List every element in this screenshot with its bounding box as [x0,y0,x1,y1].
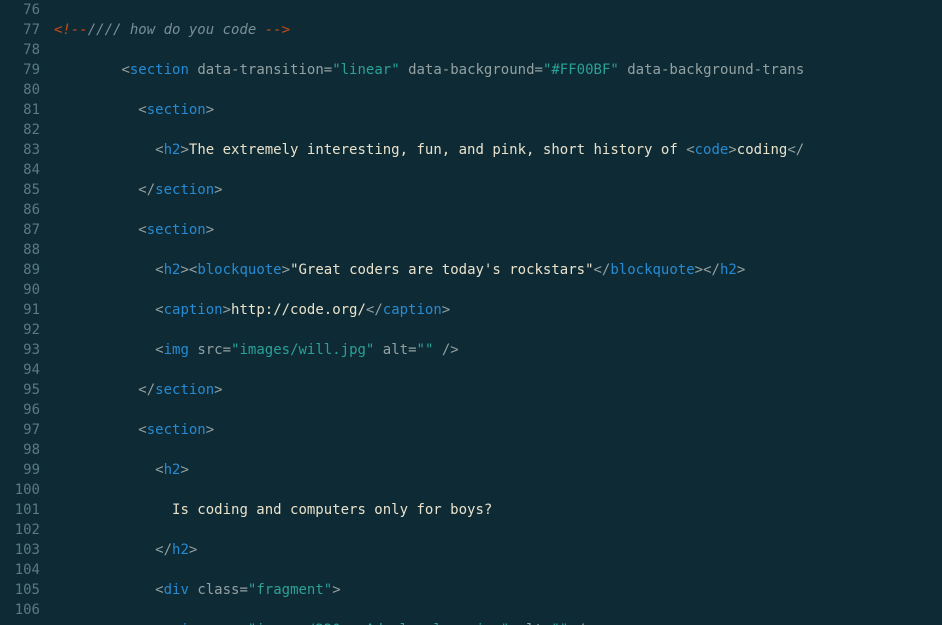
line-number: 78 [6,40,40,60]
line-number: 92 [6,320,40,340]
line-number: 82 [6,120,40,140]
tag-section: section [130,62,189,78]
attr: data-background [408,62,534,78]
line-number: 87 [6,220,40,240]
string: "linear" [332,62,399,78]
tag-h2: h2 [164,462,181,478]
code-area[interactable]: <!--//// how do you code --> <section da… [50,0,804,625]
text: http://code.org/ [231,302,366,318]
line-number: 77 [6,20,40,40]
string: "fragment" [248,582,332,598]
tag-caption: caption [164,302,223,318]
line-number: 76 [6,0,40,20]
line-number: 93 [6,340,40,360]
attr: src [197,342,222,358]
string: "images/will.jpg" [231,342,374,358]
line-number: 95 [6,380,40,400]
tag-blockquote: blockquote [197,262,281,278]
line-number: 100 [6,480,40,500]
attr: data-background-trans [627,62,804,78]
line-number: 101 [6,500,40,520]
tag-h2: h2 [164,142,181,158]
line-number-gutter: 76 77 78 79 80 81 82 83 84 85 86 87 88 8… [0,0,50,625]
line-number: 99 [6,460,40,480]
tag-caption: caption [383,302,442,318]
line-number: 97 [6,420,40,440]
line-number: 96 [6,400,40,420]
tag-div: div [164,582,189,598]
line-number: 94 [6,360,40,380]
tag-section: section [155,182,214,198]
tag-section: section [147,422,206,438]
line-number: 102 [6,520,40,540]
tag-section: section [155,382,214,398]
tag-h2: h2 [720,262,737,278]
comment-close: --> [265,22,290,38]
line-number: 83 [6,140,40,160]
line-number: 103 [6,540,40,560]
tag-section: section [147,222,206,238]
line-number: 90 [6,280,40,300]
tag-blockquote: blockquote [610,262,694,278]
line-number: 86 [6,200,40,220]
text: coding [737,142,788,158]
tag-h2: h2 [172,542,189,558]
code-editor[interactable]: 76 77 78 79 80 81 82 83 84 85 86 87 88 8… [0,0,942,625]
tag-section: section [147,102,206,118]
comment-open: <!-- [54,22,88,38]
attr: class [197,582,239,598]
attr: alt [383,342,408,358]
attr: data-transition [197,62,323,78]
text: The extremely interesting, fun, and pink… [189,142,686,158]
line-number: 84 [6,160,40,180]
tag-img: img [164,342,189,358]
string: "#FF00BF" [543,62,619,78]
line-number: 79 [6,60,40,80]
text: "Great coders are today's rockstars" [290,262,593,278]
line-number: 89 [6,260,40,280]
string: "" [417,342,434,358]
line-number: 104 [6,560,40,580]
line-number: 105 [6,580,40,600]
comment-text: //// how do you code [88,22,265,38]
line-number: 80 [6,80,40,100]
line-number: 85 [6,180,40,200]
line-number: 106 [6,600,40,620]
tag-code: code [695,142,729,158]
line-number: 91 [6,300,40,320]
line-number: 81 [6,100,40,120]
line-number: 88 [6,240,40,260]
text: Is coding and computers only for boys? [172,502,492,518]
tag-h2: h2 [164,262,181,278]
line-number: 98 [6,440,40,460]
